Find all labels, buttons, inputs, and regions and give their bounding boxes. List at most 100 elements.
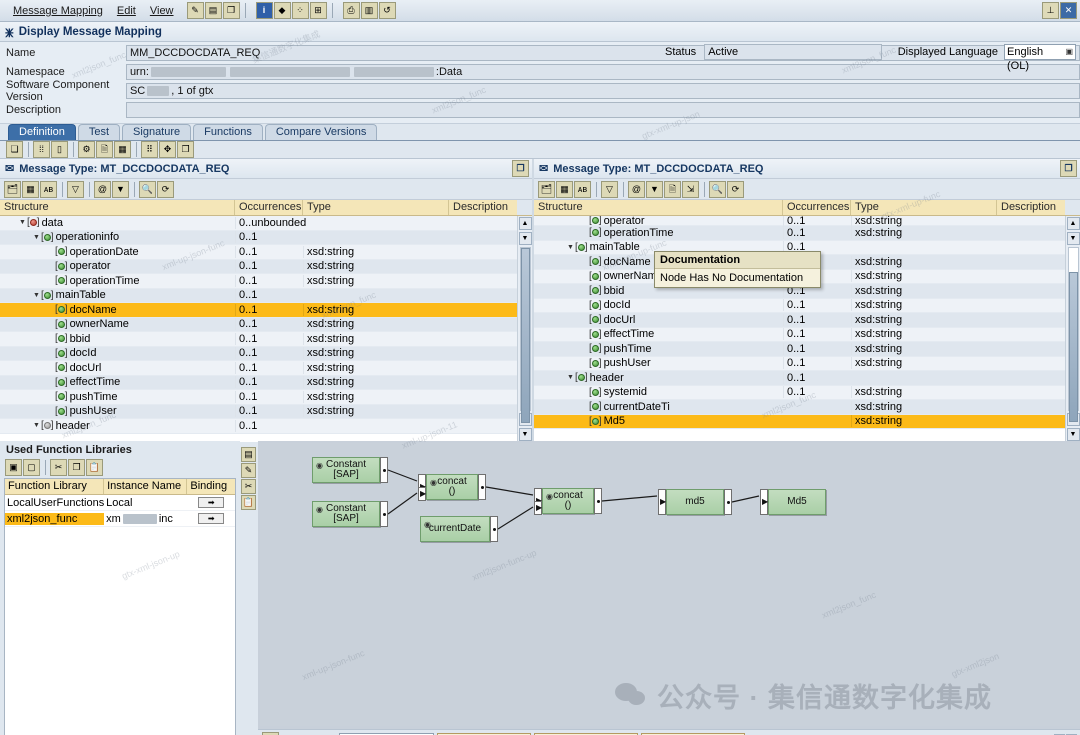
abc-icon[interactable]: ᴀʙ — [40, 180, 57, 198]
scroll-down-button[interactable]: ▼ — [518, 232, 532, 245]
node-output-port[interactable] — [594, 488, 602, 514]
tree-row[interactable]: [] pushUser 0..1 xsd:string — [0, 404, 517, 419]
scroll-thumb[interactable] — [520, 248, 530, 423]
node-input-port[interactable]: ▶ — [760, 489, 768, 515]
grid-icon[interactable]: ▦ — [22, 180, 39, 198]
grid-icon[interactable]: ▦ — [556, 180, 573, 198]
pin-icon[interactable]: ⊥ — [1042, 2, 1059, 19]
tree-row[interactable]: [] pushUser 0..1 xsd:string — [534, 356, 1065, 371]
pencil-tools-icon[interactable]: ✎ — [186, 2, 204, 19]
copy-icon[interactable]: ❐ — [222, 2, 240, 19]
paste-icon[interactable]: 📋 — [86, 458, 103, 476]
filter2-icon[interactable]: ▼ — [112, 180, 129, 198]
settings-icon[interactable]: ⚙ — [78, 141, 95, 158]
table-icon[interactable]: ▦ — [114, 141, 131, 158]
close-icon[interactable]: ✕ — [1060, 2, 1077, 19]
expand-all-icon[interactable]: ✥ — [159, 141, 176, 158]
pen-tool-icon[interactable]: ✎ — [241, 463, 256, 478]
tree-row[interactable]: ▼[] header 0..1 — [0, 419, 517, 434]
chevron-down-icon[interactable]: ▼ — [32, 422, 41, 429]
filter-icon[interactable]: ▽ — [67, 180, 84, 198]
book-icon[interactable]: ▥ — [360, 2, 378, 19]
function-library-binding[interactable]: ➡ — [187, 497, 235, 508]
paste-tool-icon[interactable]: 📋 — [241, 495, 256, 510]
where-used-icon[interactable]: ⊞ — [309, 2, 327, 19]
source-tree-scrollbar[interactable]: ▲ ▼ ▲ ▼ — [517, 216, 532, 442]
swcv-field[interactable]: SC , 1 of gtx — [125, 83, 1080, 99]
tree-row[interactable]: [] systemid 0..1 xsd:string — [534, 385, 1065, 400]
tab-test[interactable]: Test — [77, 124, 121, 140]
tab-functions[interactable]: Functions — [193, 124, 263, 140]
tree-row[interactable]: [] docUrl 0..1 xsd:string — [534, 313, 1065, 328]
object-icon[interactable]: ◆ — [273, 2, 291, 19]
mapping-function-node[interactable]: ◉ Constant [SAP] — [312, 457, 388, 483]
chevron-down-icon[interactable]: ▼ — [566, 374, 575, 381]
node-output-port[interactable] — [380, 501, 388, 527]
attribute-icon[interactable]: @ — [94, 180, 111, 198]
tree-row[interactable]: ▼[] header 0..1 — [534, 371, 1065, 386]
tree-row[interactable]: []docName0..1xsd:string — [0, 303, 517, 318]
tree-row[interactable]: [] operationTime 0..1 xsd:string — [534, 226, 1065, 241]
tree-row[interactable]: [] Md5 xsd:string — [534, 414, 1065, 429]
tree-row[interactable]: [] operationDate 0..1 xsd:string — [0, 245, 517, 260]
history-icon[interactable]: ↺ — [378, 2, 396, 19]
mapping-function-node[interactable]: md5 ▶ — [658, 489, 732, 515]
info-icon[interactable]: i — [255, 2, 273, 19]
document-icon[interactable]: 🗎 — [96, 141, 113, 158]
tree-row[interactable]: [] docUrl 0..1 xsd:string — [0, 361, 517, 376]
cut-tool-icon[interactable]: ✂ — [241, 479, 256, 494]
mapping-function-node[interactable]: ◉ currentDate — [420, 516, 498, 542]
attribute-icon[interactable]: @ — [628, 180, 645, 198]
tree-row[interactable]: [] currentDateTi xsd:string — [534, 400, 1065, 415]
select-tool-icon[interactable]: ▤ — [241, 447, 256, 462]
tree-row[interactable]: [] bbid 0..1 xsd:string — [0, 332, 517, 347]
filter-icon[interactable]: ▽ — [601, 180, 618, 198]
menu-edit[interactable]: Edit — [110, 3, 143, 19]
tree-row[interactable]: ▼[] mainTable 0..1 — [0, 288, 517, 303]
language-select[interactable]: English (OL) ▣ — [1004, 44, 1076, 72]
scroll-track[interactable] — [1067, 247, 1079, 422]
tree-row[interactable]: [] operator 0..1 xsd:string — [534, 216, 1065, 227]
tree-row[interactable]: []ownerName0..1xsd:string — [0, 317, 517, 332]
chevron-down-icon[interactable]: ▼ — [32, 292, 41, 299]
grid-values-icon[interactable]: ⠿ — [141, 141, 158, 158]
tree-row[interactable]: [] docId 0..1 xsd:string — [534, 298, 1065, 313]
tree-row[interactable]: [] operationTime 0..1 xsd:string — [0, 274, 517, 289]
filter2-icon[interactable]: ▼ — [646, 180, 663, 198]
tree-row[interactable]: ▼[] data 0..unbounded — [0, 216, 517, 231]
tree-row[interactable]: [] pushTime 0..1 xsd:string — [0, 390, 517, 405]
tab-compare-versions[interactable]: Compare Versions — [264, 124, 378, 140]
chevron-down-icon[interactable]: ▼ — [18, 219, 27, 226]
scroll-track[interactable] — [519, 247, 531, 423]
add-icon[interactable]: ▣ — [5, 458, 22, 476]
tree-row[interactable]: [] effectTime 0..1 xsd:string — [0, 375, 517, 390]
function-library-row[interactable]: LocalUserFunctions Local ➡ — [5, 495, 235, 511]
export-icon[interactable]: ⇲ — [682, 180, 699, 198]
scroll-thumb[interactable] — [1068, 272, 1078, 422]
description-field[interactable] — [125, 102, 1080, 118]
node-input-port[interactable]: ▶ — [658, 489, 666, 515]
function-library-binding[interactable]: ➡ — [187, 513, 235, 524]
target-panel-restore-button[interactable]: ❐ — [1060, 160, 1078, 177]
delete-icon[interactable]: ▯ — [51, 141, 68, 158]
print-icon[interactable]: ⎙ — [342, 2, 360, 19]
refresh-icon[interactable]: ⟳ — [727, 180, 744, 198]
dependencies-icon[interactable]: ⁞⁞ — [33, 141, 50, 158]
node-input-port-2[interactable]: ▶ — [418, 487, 426, 501]
tree-row[interactable]: [] docId 0..1 xsd:string — [0, 346, 517, 361]
target-tree-scrollbar[interactable]: ▲ ▼ ▲ ▼ — [1065, 216, 1080, 442]
menu-message-mapping[interactable]: Message Mapping — [6, 3, 110, 19]
mapping-function-node[interactable]: ◉ Constant [SAP] — [312, 501, 388, 527]
node-output-port[interactable] — [380, 457, 388, 483]
source-panel-restore-button[interactable]: ❐ — [512, 160, 530, 177]
node-output-port[interactable] — [490, 516, 498, 542]
mapping-function-node[interactable]: Md5 ▶ — [760, 489, 826, 515]
mapping-canvas[interactable]: ◉ Constant [SAP] ◉ Constant [SAP] ◉ concat ()… — [260, 443, 1080, 726]
find-icon[interactable]: 🔍 — [139, 180, 156, 198]
tree-row[interactable]: ▼[] operationinfo 0..1 — [0, 230, 517, 245]
scroll-up-button[interactable]: ▲ — [518, 217, 532, 230]
new-object-icon[interactable]: ❏ — [6, 141, 23, 158]
node-input-port-2[interactable]: ▶ — [534, 501, 542, 515]
duplicate-icon[interactable]: ❐ — [177, 141, 194, 158]
tab-definition[interactable]: Definition — [8, 124, 76, 140]
